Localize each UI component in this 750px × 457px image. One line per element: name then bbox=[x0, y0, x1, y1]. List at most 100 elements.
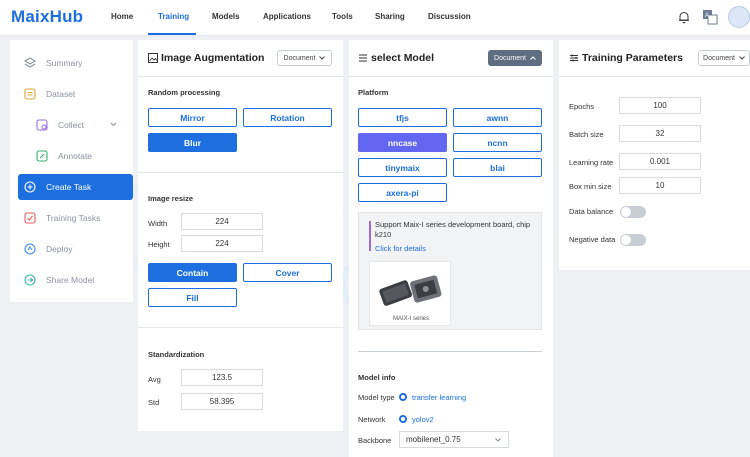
contain-option[interactable]: Contain bbox=[148, 263, 237, 282]
panel-divider bbox=[138, 76, 343, 77]
share-model-icon bbox=[24, 274, 36, 286]
model-type-radio[interactable] bbox=[399, 393, 407, 401]
batch-size-label: Batch size bbox=[569, 130, 604, 139]
select-model-title: select Model bbox=[371, 52, 435, 64]
nav-training[interactable]: Training bbox=[158, 12, 189, 21]
sidebar-item-label: Annotate bbox=[58, 151, 93, 161]
document-label: Document bbox=[494, 54, 526, 62]
translate-icon[interactable]: A bbox=[702, 9, 718, 25]
model-document-button[interactable]: Document bbox=[488, 50, 542, 66]
training-tasks-icon bbox=[24, 212, 36, 224]
sidebar-item-label: Deploy bbox=[46, 244, 73, 254]
training-parameters-title: Training Parameters bbox=[582, 52, 683, 64]
collect-icon bbox=[36, 119, 48, 131]
nav-discussion[interactable]: Discussion bbox=[428, 12, 471, 21]
sidebar-item-share-model[interactable]: Share Model bbox=[10, 267, 133, 293]
platform-tinymaix[interactable]: tinymaix bbox=[358, 158, 447, 177]
panel-divider bbox=[559, 76, 750, 77]
nav-models[interactable]: Models bbox=[212, 12, 240, 21]
platform-tfjs[interactable]: tfjs bbox=[358, 108, 447, 127]
deploy-icon bbox=[24, 243, 36, 255]
training-document-button[interactable]: Document bbox=[698, 50, 750, 66]
mirror-option[interactable]: Mirror bbox=[148, 108, 237, 127]
model-type-value[interactable]: transfer learning bbox=[412, 393, 466, 402]
network-value[interactable]: yolov2 bbox=[412, 415, 434, 424]
nav-tools[interactable]: Tools bbox=[332, 12, 353, 21]
cover-option[interactable]: Cover bbox=[243, 263, 332, 282]
chevron-down-icon bbox=[319, 56, 326, 60]
annotate-icon bbox=[36, 150, 48, 162]
chevron-up-icon bbox=[530, 56, 536, 60]
section-divider bbox=[138, 172, 343, 173]
document-label: Document bbox=[283, 54, 316, 62]
platform-nncase[interactable]: nncase bbox=[358, 133, 447, 152]
negative-data-label: Negative data bbox=[569, 235, 616, 244]
backbone-select[interactable]: mobilenet_0.75 bbox=[399, 431, 509, 448]
box-min-size-input[interactable]: 10 bbox=[619, 177, 701, 194]
model-info-label: Model info bbox=[358, 373, 396, 382]
device-image-card: MAIX-I series bbox=[369, 261, 451, 326]
image-icon bbox=[148, 53, 158, 63]
image-resize-label: Image resize bbox=[148, 194, 194, 203]
details-link[interactable]: Click for details bbox=[375, 244, 426, 253]
sidebar-item-deploy[interactable]: Deploy bbox=[10, 236, 133, 262]
sidebar-item-create-task[interactable]: Create Task bbox=[18, 174, 133, 200]
nav-applications[interactable]: Applications bbox=[263, 12, 311, 21]
sidebar-item-annotate[interactable]: Annotate bbox=[10, 143, 133, 169]
sliders-icon bbox=[570, 54, 578, 62]
learning-rate-input[interactable]: 0.001 bbox=[619, 153, 701, 170]
summary-icon bbox=[23, 57, 37, 68]
height-input[interactable]: 224 bbox=[181, 235, 263, 252]
platform-description: Support Maix-I series development board,… bbox=[375, 220, 531, 239]
backbone-value: mobilenet_0.75 bbox=[406, 435, 461, 444]
platform-ncnn[interactable]: ncnn bbox=[453, 133, 542, 152]
rotation-option[interactable]: Rotation bbox=[243, 108, 332, 127]
epochs-label: Epochs bbox=[569, 102, 595, 111]
nav-home[interactable]: Home bbox=[111, 12, 133, 21]
sidebar-item-label: Summary bbox=[46, 58, 83, 68]
maix-board-image bbox=[379, 275, 442, 306]
maixhub-logo[interactable]: MaixHub bbox=[11, 7, 83, 27]
network-label: Network bbox=[358, 415, 386, 424]
platform-awnn[interactable]: awnn bbox=[453, 108, 542, 127]
sidebar-item-dataset[interactable]: Dataset bbox=[10, 81, 133, 107]
width-input[interactable]: 224 bbox=[181, 213, 263, 230]
platform-axera-pi[interactable]: axera-pi bbox=[358, 183, 447, 202]
data-balance-toggle[interactable] bbox=[620, 206, 646, 218]
std-input[interactable]: 58.395 bbox=[181, 393, 263, 410]
top-navigation-bar: MaixHub Home Training Models Application… bbox=[0, 0, 750, 36]
avg-input[interactable]: 123.5 bbox=[181, 369, 263, 386]
augmentation-document-button[interactable]: Document bbox=[277, 50, 332, 66]
user-avatar[interactable] bbox=[728, 6, 750, 28]
chevron-down-icon[interactable] bbox=[110, 121, 117, 128]
model-type-label: Model type bbox=[358, 393, 395, 402]
platform-label: Platform bbox=[358, 88, 389, 97]
bell-icon[interactable] bbox=[677, 10, 691, 24]
section-divider bbox=[358, 351, 542, 352]
blur-option[interactable]: Blur bbox=[148, 133, 237, 152]
negative-data-toggle[interactable] bbox=[620, 234, 646, 246]
sidebar-item-collect[interactable]: Collect bbox=[10, 112, 133, 138]
box-min-size-label: Box min size bbox=[569, 182, 612, 191]
network-radio[interactable] bbox=[399, 415, 407, 423]
sidebar: Summary Dataset Collect Annotate Create … bbox=[10, 40, 133, 302]
image-augmentation-title: Image Augmentation bbox=[161, 52, 265, 64]
platform-blai[interactable]: blai bbox=[453, 158, 542, 177]
batch-size-input[interactable]: 32 bbox=[619, 125, 701, 142]
sidebar-item-label: Dataset bbox=[46, 89, 76, 99]
sidebar-item-summary[interactable]: Summary bbox=[10, 50, 133, 76]
info-accent-bar bbox=[369, 221, 371, 251]
height-label: Height bbox=[148, 240, 170, 249]
sidebar-item-label: Share Model bbox=[46, 275, 95, 285]
document-label: Document bbox=[703, 54, 735, 62]
epochs-input[interactable]: 100 bbox=[619, 97, 701, 114]
nav-sharing[interactable]: Sharing bbox=[375, 12, 405, 21]
learning-rate-label: Learning rate bbox=[569, 158, 614, 167]
sidebar-item-training-tasks[interactable]: Training Tasks bbox=[10, 205, 133, 231]
list-icon bbox=[359, 54, 367, 62]
sidebar-item-label: Collect bbox=[58, 120, 84, 130]
dataset-icon bbox=[24, 88, 36, 100]
random-processing-label: Random processing bbox=[148, 88, 221, 97]
fill-option[interactable]: Fill bbox=[148, 288, 237, 307]
svg-text:A: A bbox=[705, 13, 709, 19]
